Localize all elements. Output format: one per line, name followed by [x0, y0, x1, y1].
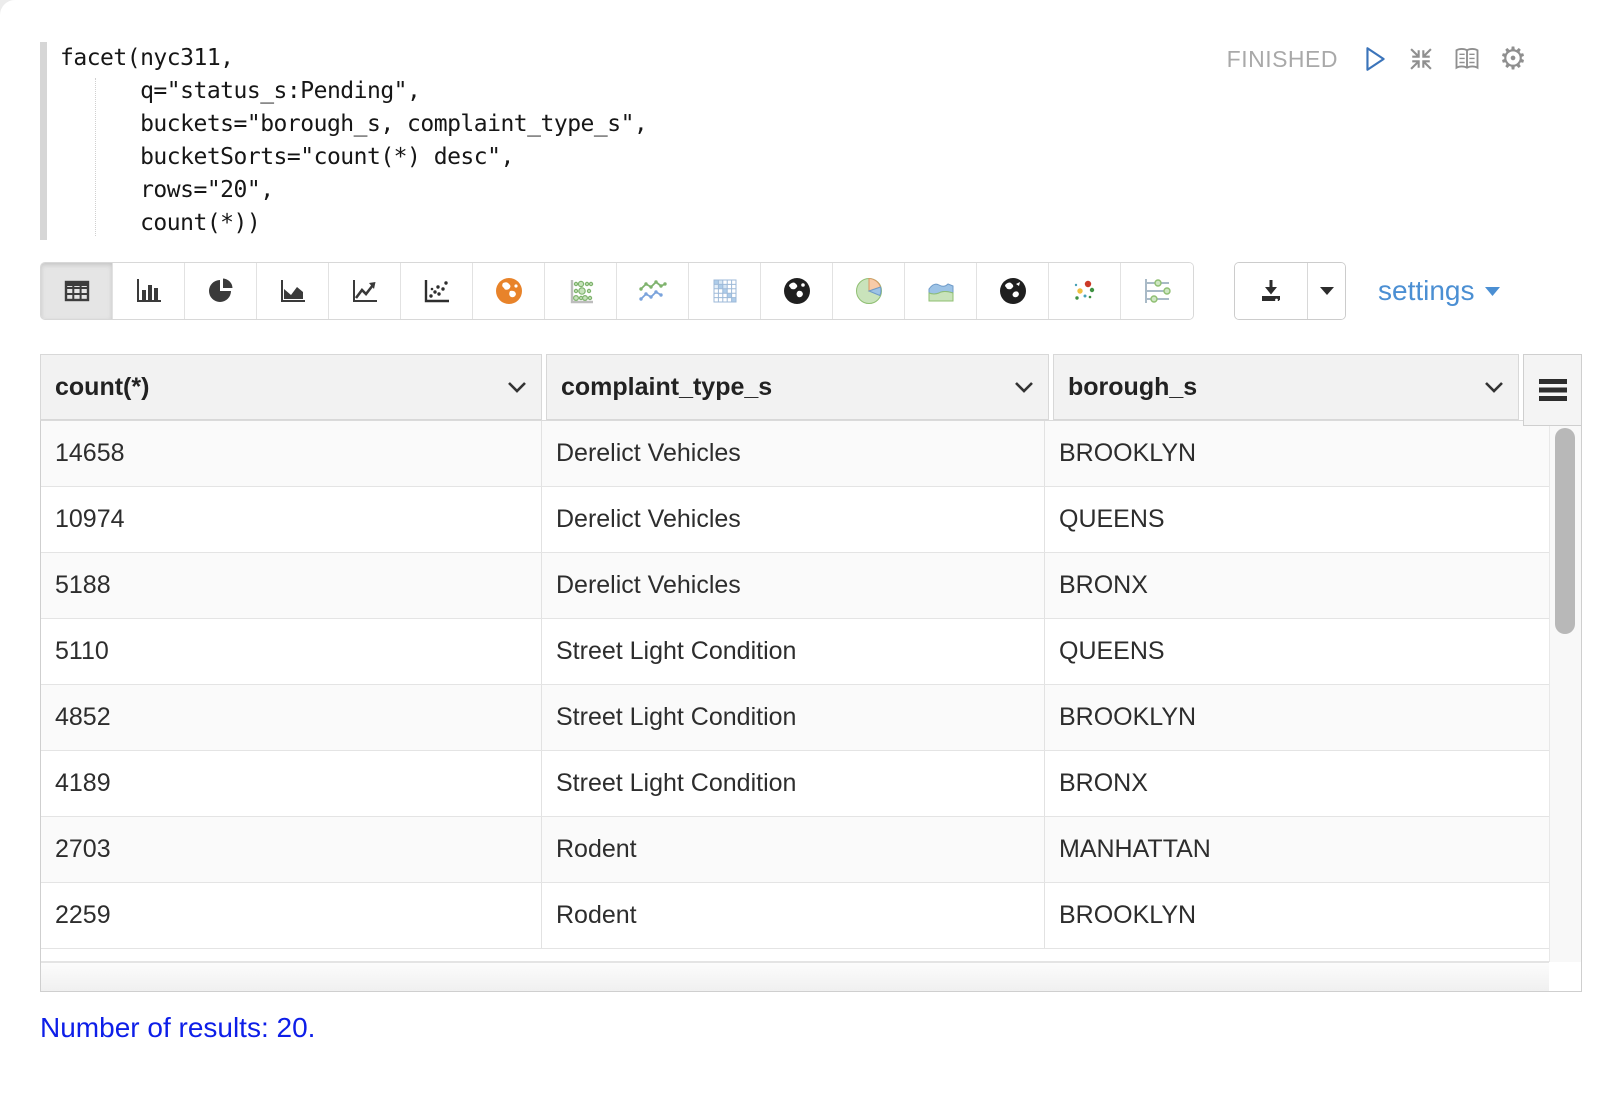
cell-complaint-type: Street Light Condition: [542, 619, 1045, 684]
viz-area-chart-button[interactable]: [257, 263, 329, 319]
cell-borough: BROOKLYN: [1045, 685, 1549, 750]
cell-complaint-type: Derelict Vehicles: [542, 421, 1045, 486]
cell-borough: QUEENS: [1045, 487, 1549, 552]
viz-multi-line-chart-button[interactable]: [617, 263, 689, 319]
cell-count: 4189: [41, 751, 542, 816]
viz-map-globe-orange-button[interactable]: [473, 263, 545, 319]
viz-pie-chart-color-button[interactable]: [833, 263, 905, 319]
table-body-rows: 14658 Derelict Vehicles BROOKLYN 10974 D…: [41, 421, 1549, 991]
viz-globe-dark-button[interactable]: [761, 263, 833, 319]
settings-label: settings: [1378, 275, 1475, 307]
viz-bar-chart-button[interactable]: [113, 263, 185, 319]
cell-complaint-type: Derelict Vehicles: [542, 487, 1045, 552]
book-icon[interactable]: [1452, 44, 1482, 74]
viz-bubble-chart-button[interactable]: [545, 263, 617, 319]
cell-borough: BRONX: [1045, 553, 1549, 618]
table-row[interactable]: 5188 Derelict Vehicles BRONX: [41, 553, 1549, 619]
table-header: count(*) complaint_type_s borough_s: [40, 354, 1582, 420]
download-button[interactable]: [1235, 263, 1307, 319]
cell-borough: BROOKLYN: [1045, 883, 1549, 948]
cell-count: 2703: [41, 817, 542, 882]
cell-count: 14658: [41, 421, 542, 486]
horizontal-scrollbar-track[interactable]: [41, 962, 1549, 991]
column-header-label: count(*): [55, 373, 149, 402]
table-body: 14658 Derelict Vehicles BROOKLYN 10974 D…: [40, 420, 1582, 992]
chevron-down-icon[interactable]: [1484, 381, 1504, 393]
collapse-output-icon[interactable]: [1406, 44, 1436, 74]
table-row[interactable]: 10974 Derelict Vehicles QUEENS: [41, 487, 1549, 553]
cell-complaint-type: Rodent: [542, 883, 1045, 948]
table-row[interactable]: 5110 Street Light Condition QUEENS: [41, 619, 1549, 685]
gear-icon[interactable]: ⚙: [1498, 44, 1528, 74]
viz-scatter-chart-button[interactable]: [401, 263, 473, 319]
column-header-label: complaint_type_s: [561, 373, 772, 402]
chevron-down-icon[interactable]: [1014, 381, 1034, 393]
result-table: count(*) complaint_type_s borough_s 1465…: [40, 354, 1582, 992]
indent-guide: [95, 78, 96, 236]
page-corner: [0, 0, 22, 22]
vertical-scrollbar[interactable]: [1549, 421, 1581, 991]
table-row[interactable]: 14658 Derelict Vehicles BROOKLYN: [41, 421, 1549, 487]
viz-pie-chart-button[interactable]: [185, 263, 257, 319]
viz-scatter-color-button[interactable]: [1049, 263, 1121, 319]
viz-globe-dark-2-button[interactable]: [977, 263, 1049, 319]
chevron-down-icon: [1484, 286, 1501, 297]
status-label: FINISHED: [1227, 46, 1338, 73]
download-split-button: [1234, 262, 1346, 320]
viz-toolbar: [40, 262, 1194, 320]
code-text[interactable]: facet(nyc311, q="status_s:Pending", buck…: [60, 42, 940, 240]
viz-heatmap-button[interactable]: [689, 263, 761, 319]
cell-borough: QUEENS: [1045, 619, 1549, 684]
table-row[interactable]: 2703 Rodent MANHATTAN: [41, 817, 1549, 883]
column-header-complaint-type[interactable]: complaint_type_s: [546, 354, 1049, 420]
table-row[interactable]: 4189 Street Light Condition BRONX: [41, 751, 1549, 817]
table-row[interactable]: 2259 Rodent BROOKLYN: [41, 883, 1549, 949]
cell-complaint-type: Street Light Condition: [542, 751, 1045, 816]
cell-count: 4852: [41, 685, 542, 750]
viz-table-button[interactable]: [41, 263, 113, 319]
cell-complaint-type: Derelict Vehicles: [542, 553, 1045, 618]
column-header-count[interactable]: count(*): [40, 354, 542, 420]
cell-count: 5188: [41, 553, 542, 618]
viz-bar: settings: [40, 262, 1580, 320]
results-count: Number of results: 20.: [40, 1012, 315, 1044]
viz-line-chart-button[interactable]: [329, 263, 401, 319]
chevron-down-icon[interactable]: [507, 381, 527, 393]
column-header-borough[interactable]: borough_s: [1053, 354, 1519, 420]
hamburger-icon: [1538, 379, 1568, 401]
settings-link[interactable]: settings: [1378, 275, 1501, 307]
column-header-label: borough_s: [1068, 373, 1197, 402]
code-editor[interactable]: facet(nyc311, q="status_s:Pending", buck…: [40, 42, 940, 240]
run-icon[interactable]: [1360, 44, 1390, 74]
table-row[interactable]: 4852 Street Light Condition BROOKLYN: [41, 685, 1549, 751]
cell-borough: BROOKLYN: [1045, 421, 1549, 486]
code-gutter: [40, 42, 47, 240]
cell-count: 10974: [41, 487, 542, 552]
table-row-partial: [41, 949, 1549, 962]
column-menu-button[interactable]: [1523, 354, 1582, 426]
viz-area-chart-color-button[interactable]: [905, 263, 977, 319]
cell-complaint-type: Rodent: [542, 817, 1045, 882]
cell-count: 2259: [41, 883, 542, 948]
cell-borough: BRONX: [1045, 751, 1549, 816]
paragraph-controls: FINISHED ⚙: [1227, 44, 1528, 74]
cell-borough: MANHATTAN: [1045, 817, 1549, 882]
viz-range-sliders-button[interactable]: [1121, 263, 1193, 319]
cell-complaint-type: Street Light Condition: [542, 685, 1045, 750]
cell-count: 5110: [41, 619, 542, 684]
scrollbar-thumb[interactable]: [1555, 428, 1575, 634]
download-caret-button[interactable]: [1307, 263, 1345, 319]
